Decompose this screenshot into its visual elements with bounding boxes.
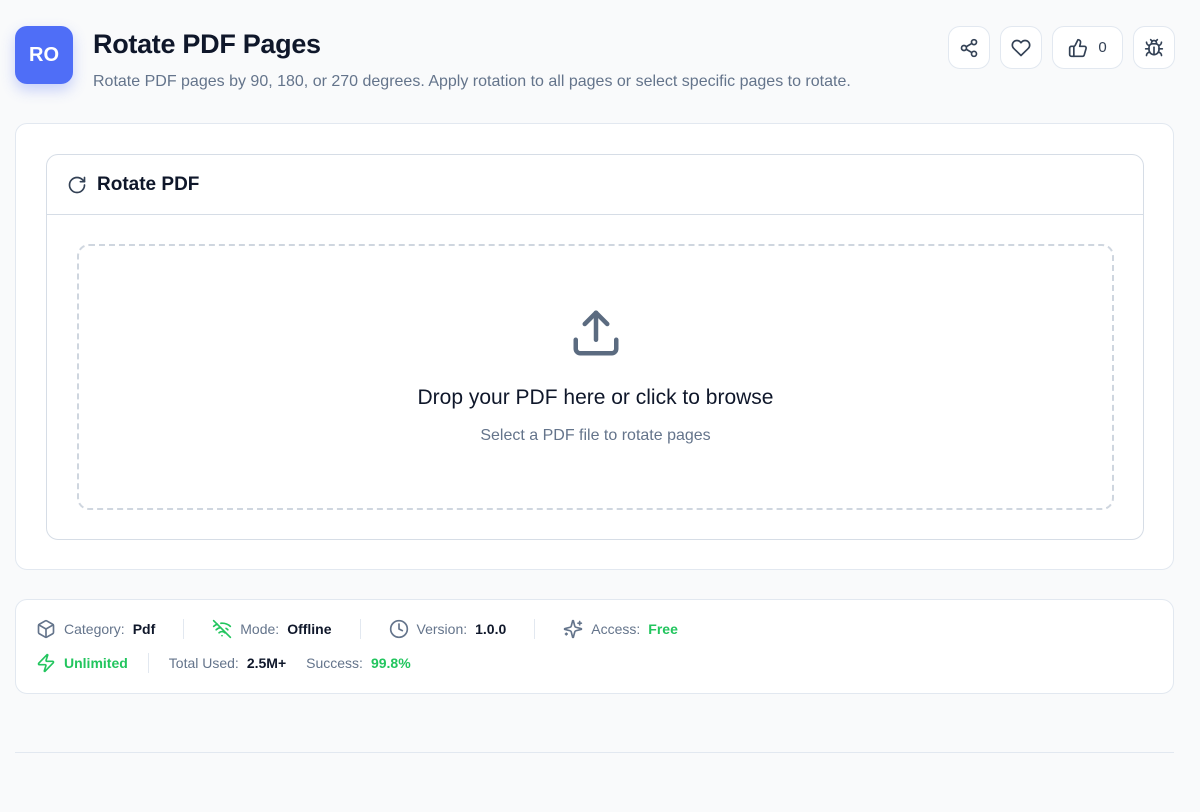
thumbs-up-icon: [1069, 38, 1088, 57]
share-icon: [960, 38, 978, 57]
unlimited-label: Unlimited: [64, 655, 128, 671]
wifi-off-icon: [213, 619, 232, 639]
divider: [147, 653, 149, 673]
category-value: Pdf: [132, 621, 156, 637]
box-icon: [37, 619, 55, 639]
dropzone-title: Drop your PDF here or click to browse: [417, 385, 774, 409]
divider: [534, 619, 536, 639]
tool-container: Rotate PDF Drop your PDF here or click t…: [15, 123, 1174, 570]
category-label: Category:: [64, 621, 125, 637]
favorite-button[interactable]: [1000, 26, 1042, 69]
meta-access: Access: Free: [563, 619, 678, 639]
tool-meta-card: Category: Pdf Mode: Offline Version: 1.0…: [15, 599, 1174, 694]
total-used-label: Total Used:: [168, 655, 239, 671]
mode-value: Offline: [287, 621, 332, 637]
meta-category: Category: Pdf: [36, 619, 155, 639]
divider: [183, 619, 185, 639]
dropzone-subtitle: Select a PDF file to rotate pages: [480, 426, 711, 444]
meta-success: Success: 99.8%: [306, 655, 411, 671]
version-label: Version:: [416, 621, 468, 637]
rotate-pdf-panel: Rotate PDF Drop your PDF here or click t…: [46, 154, 1144, 540]
panel-title: Rotate PDF: [97, 173, 200, 195]
success-label: Success:: [306, 655, 363, 671]
footer-divider: [15, 752, 1174, 753]
meta-row: Category: Pdf Mode: Offline Version: 1.0…: [36, 619, 678, 639]
bug-icon: [1144, 38, 1164, 56]
access-label: Access:: [591, 621, 641, 637]
success-value: 99.8%: [370, 655, 411, 671]
upload-icon: [573, 310, 618, 355]
meta-version: Version: 1.0.0: [389, 619, 507, 639]
meta-row: Unlimited Total Used: 2.5M+ Success: 99.…: [36, 653, 411, 673]
clock-icon: [389, 619, 408, 639]
meta-mode: Mode: Offline: [212, 619, 332, 639]
divider: [359, 619, 361, 639]
like-count: 0: [1098, 39, 1107, 56]
like-button[interactable]: 0: [1052, 26, 1123, 69]
page-title: Rotate PDF Pages: [93, 29, 321, 59]
zap-icon: [37, 653, 55, 673]
rotate-icon: [68, 176, 86, 193]
heart-icon: [1011, 39, 1031, 56]
meta-unlimited: Unlimited: [36, 653, 128, 673]
panel-header: Rotate PDF: [47, 155, 1143, 215]
report-bug-button[interactable]: [1133, 26, 1175, 69]
share-button[interactable]: [948, 26, 990, 69]
page-header: RO Rotate PDF Pages Rotate PDF pages by …: [15, 26, 1175, 96]
pdf-dropzone[interactable]: Drop your PDF here or click to browse Se…: [77, 244, 1114, 510]
total-used-value: 2.5M+: [246, 655, 287, 671]
meta-total-used: Total Used: 2.5M+: [169, 655, 286, 671]
header-actions: 0: [948, 26, 1175, 69]
app-badge: RO: [15, 26, 73, 84]
page-subtitle: Rotate PDF pages by 90, 180, or 270 degr…: [93, 73, 851, 90]
sparkles-icon: [564, 619, 583, 639]
access-value: Free: [648, 621, 678, 637]
mode-label: Mode:: [240, 621, 280, 637]
version-value: 1.0.0: [475, 621, 507, 637]
